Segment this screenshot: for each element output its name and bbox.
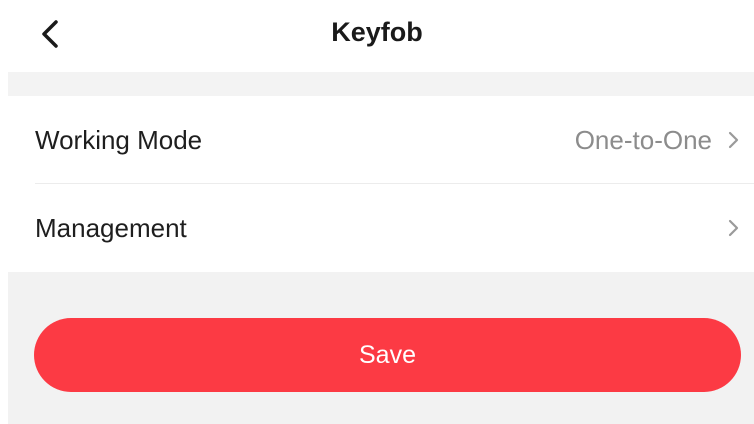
- management-row[interactable]: Management: [8, 184, 754, 272]
- section-spacer: [8, 72, 754, 96]
- chevron-right-icon: [726, 218, 740, 238]
- working-mode-value: One-to-One: [574, 124, 712, 155]
- management-label: Management: [35, 212, 187, 243]
- working-mode-row[interactable]: Working Mode One-to-One: [8, 96, 754, 184]
- save-button[interactable]: Save: [34, 318, 741, 392]
- page-title: Keyfob: [331, 17, 423, 47]
- chevron-right-icon: [726, 130, 740, 150]
- header: Keyfob: [0, 0, 754, 68]
- settings-list: Working Mode One-to-One Management: [8, 96, 754, 272]
- working-mode-label: Working Mode: [35, 124, 203, 155]
